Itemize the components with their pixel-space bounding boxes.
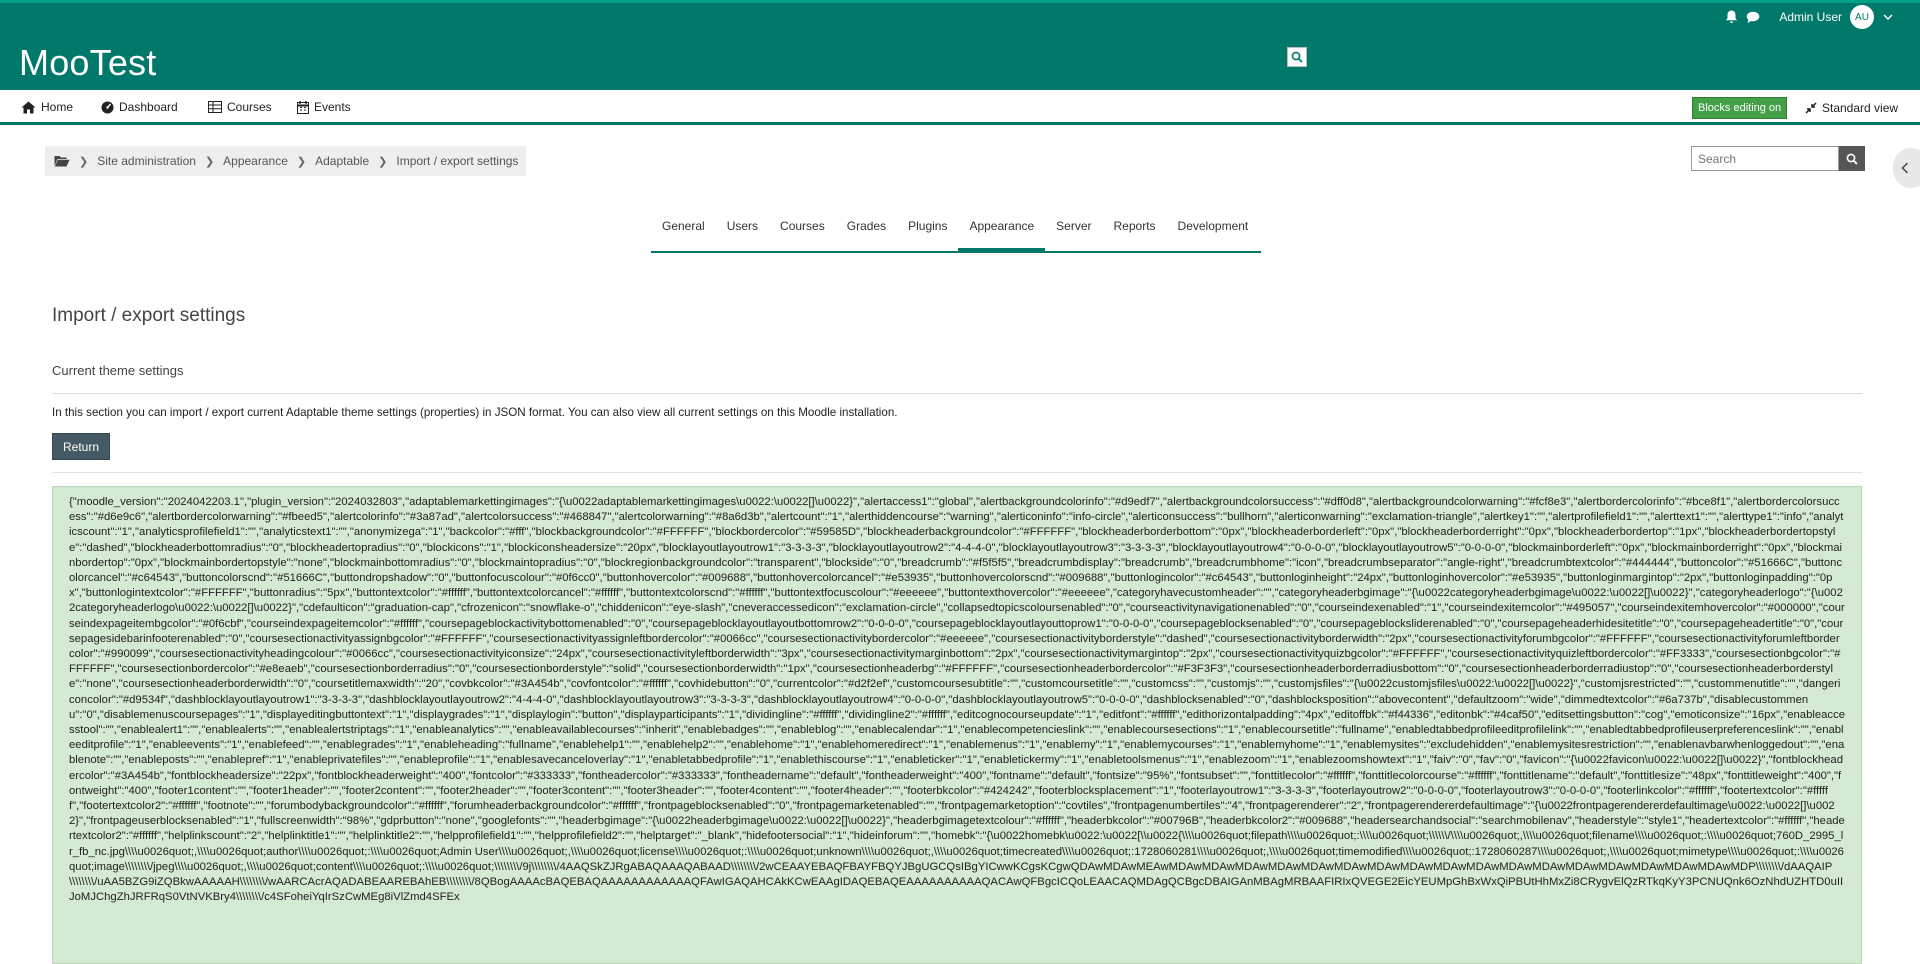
standard-view-label: Standard view [1822,101,1899,115]
blocks-editing-toggle[interactable]: Blocks editing on [1692,97,1788,119]
section-title: Current theme settings [52,363,184,378]
home-icon [21,101,36,113]
admin-tabs: General Users Courses Grades Plugins App… [651,206,1261,253]
nav-item-home[interactable]: Home [21,100,73,114]
tab-users[interactable]: Users [716,206,769,251]
tab-server[interactable]: Server [1045,206,1102,251]
avatar[interactable]: AU [1850,5,1874,29]
breadcrumb: ❯ Site administration ❯ Appearance ❯ Ada… [45,146,527,176]
breadcrumb-current: Import / export settings [396,154,519,168]
tab-courses[interactable]: Courses [769,206,836,251]
table-icon [208,101,222,113]
dashboard-icon [101,101,114,113]
search-input[interactable] [1691,146,1839,171]
intro-text: In this section you can import / export … [52,406,898,419]
angle-right-icon: ❯ [79,155,89,168]
tab-grades[interactable]: Grades [836,206,897,251]
nav-label-dashboard: Dashboard [119,100,178,114]
header-search-button[interactable] [1287,47,1307,67]
settings-json-box[interactable]: {"moodle_version":"2024042203.1","plugin… [52,486,1862,964]
folder-open-icon[interactable] [54,155,70,167]
angle-right-icon: ❯ [296,155,307,168]
search-submit-button[interactable] [1839,146,1865,171]
top-header-bar: Admin User AU [0,0,1920,31]
nav-item-events[interactable]: Events [297,100,351,114]
tab-appearance[interactable]: Appearance [958,206,1046,251]
page-title: Import / export settings [52,305,246,326]
chevron-left-icon [1901,162,1909,174]
breadcrumb-item[interactable]: Adaptable [315,154,369,168]
brand-bar: MooTest [0,31,1920,90]
compress-icon [1805,102,1817,114]
search-icon [1291,51,1303,63]
divider [52,393,1862,394]
bell-icon[interactable] [1723,9,1739,25]
divider [52,472,1862,473]
drawer-toggle[interactable] [1893,148,1920,188]
nav-label-home: Home [41,100,74,114]
nav-item-dashboard[interactable]: Dashboard [101,100,178,114]
nav-label-courses: Courses [227,100,272,114]
angle-right-icon: ❯ [378,155,388,168]
return-button[interactable]: Return [52,433,111,460]
tab-general[interactable]: General [651,206,716,251]
chevron-down-icon[interactable] [1880,9,1896,25]
breadcrumb-item[interactable]: Site administration [97,154,196,168]
nav-label-events: Events [314,100,351,114]
user-name[interactable]: Admin User [1779,10,1842,24]
calendar-icon [297,100,309,114]
tab-development[interactable]: Development [1167,206,1260,251]
standard-view-button[interactable]: Standard view [1805,101,1898,115]
breadcrumb-item[interactable]: Appearance [223,154,288,168]
user-area: Admin User AU [1723,5,1896,29]
settings-json-text: {"moodle_version":"2024042203.1","plugin… [69,496,1846,904]
tab-reports[interactable]: Reports [1103,206,1167,251]
search-icon [1846,153,1858,165]
site-name[interactable]: MooTest [19,45,156,81]
nav-item-courses[interactable]: Courses [208,100,272,114]
tab-plugins[interactable]: Plugins [897,206,958,251]
main-nav: Home Dashboard Courses Events Blocks edi… [0,90,1920,125]
chat-icon[interactable] [1745,9,1761,25]
angle-right-icon: ❯ [204,155,215,168]
